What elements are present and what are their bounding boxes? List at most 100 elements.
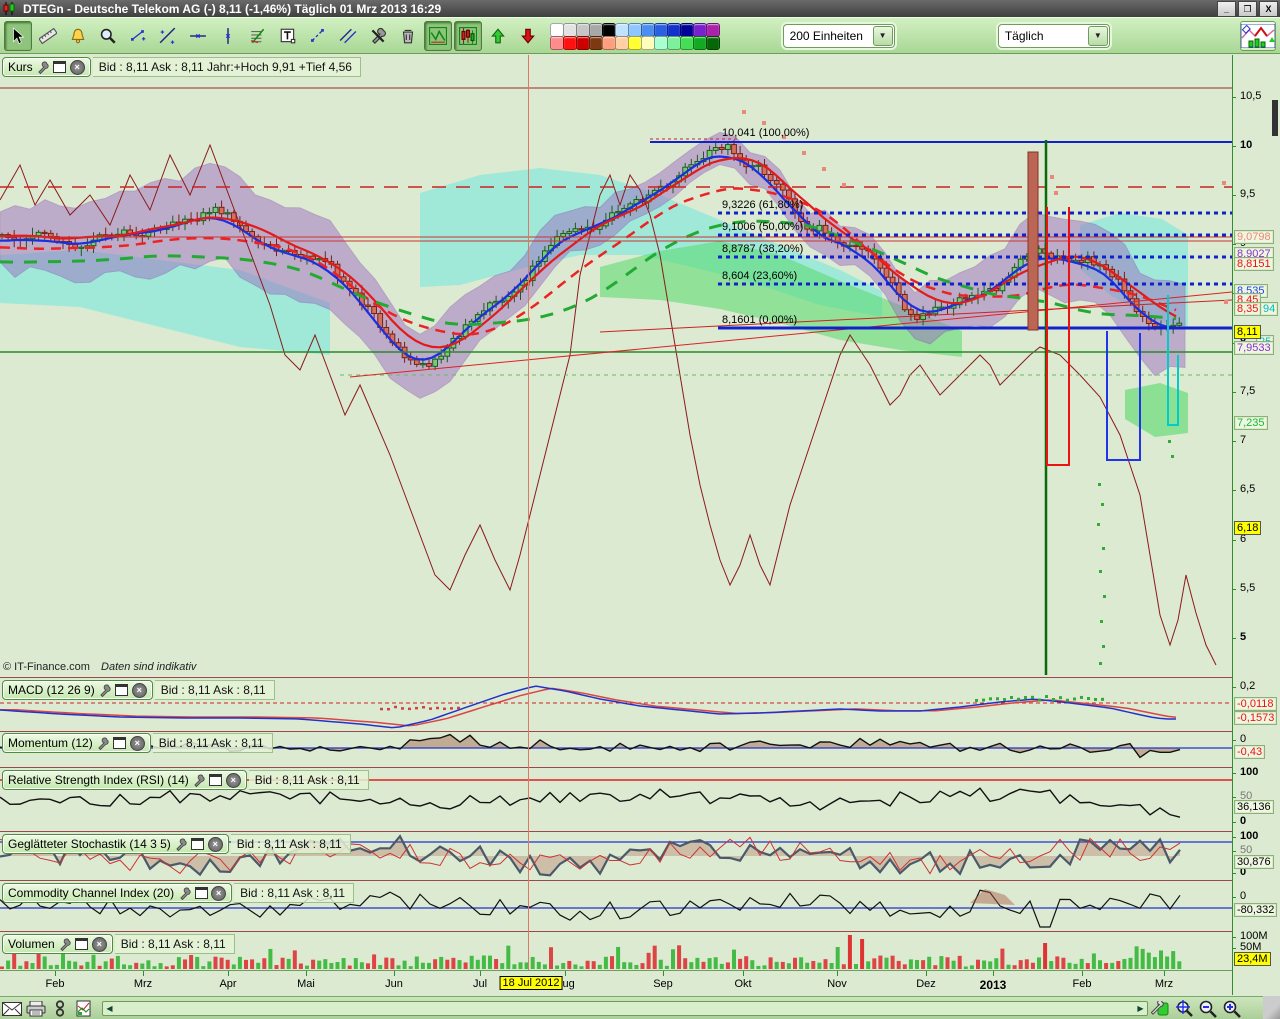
color-swatch-13[interactable] <box>550 36 564 50</box>
minimize-button[interactable]: _ <box>1217 1 1236 17</box>
color-swatch-22[interactable] <box>667 36 681 50</box>
fibonacci-tool-icon <box>249 27 267 45</box>
ruler-tool[interactable] <box>34 21 62 51</box>
rsi-settings-wrench-icon[interactable] <box>192 774 206 787</box>
xaxis-label-Okt: Okt <box>734 978 751 990</box>
volumen-window-icon[interactable] <box>75 938 89 951</box>
close-button[interactable]: X <box>1259 1 1278 17</box>
line-chart-mode[interactable] <box>424 21 452 51</box>
color-swatch-16[interactable] <box>589 36 603 50</box>
axis-tick-0: 0 <box>1240 815 1246 827</box>
segment-tool[interactable] <box>124 21 152 51</box>
color-swatch-7[interactable] <box>641 23 655 37</box>
stochastik-title: Geglätteter Stochastik (14 3 5) <box>8 837 171 851</box>
color-swatch-14[interactable] <box>563 36 577 50</box>
units-dropdown[interactable]: 200 Einheiten ▼ <box>783 24 895 48</box>
axis-tick-0,2: 0,2 <box>1240 680 1255 692</box>
color-swatch-17[interactable] <box>602 36 616 50</box>
momentum-settings-wrench-icon[interactable] <box>96 737 110 750</box>
text-tool[interactable] <box>274 21 302 51</box>
horizontal-scrollbar[interactable]: ◀ ▶ <box>102 1001 1148 1016</box>
candlestick-mode[interactable] <box>454 21 482 51</box>
kurs-close-icon[interactable]: × <box>70 60 85 75</box>
color-swatch-9[interactable] <box>667 23 681 37</box>
zoom-out-icon[interactable] <box>1196 999 1220 1019</box>
arrow-down-marker[interactable] <box>514 21 542 51</box>
chart-export-icon[interactable] <box>72 999 96 1019</box>
color-swatch-1[interactable] <box>563 23 577 37</box>
zoom-fit-icon[interactable] <box>1172 999 1196 1019</box>
color-swatch-4[interactable] <box>602 23 616 37</box>
parallel-lines-tool[interactable] <box>334 21 362 51</box>
window-resize-grip[interactable] <box>1263 996 1280 1019</box>
color-swatch-2[interactable] <box>576 23 590 37</box>
period-dropdown[interactable]: Täglich ▼ <box>998 24 1110 48</box>
color-swatch-8[interactable] <box>654 23 668 37</box>
volumen-close-icon[interactable]: × <box>92 937 107 952</box>
cci-settings-wrench-icon[interactable] <box>177 887 191 900</box>
color-swatch-24[interactable] <box>693 36 707 50</box>
color-swatch-15[interactable] <box>576 36 590 50</box>
xaxis-label-Sep: Sep <box>653 978 673 990</box>
color-swatch-18[interactable] <box>615 36 629 50</box>
magnifier-tool[interactable] <box>94 21 122 51</box>
cci-window-icon[interactable] <box>194 887 208 900</box>
color-swatch-21[interactable] <box>654 36 668 50</box>
color-swatch-0[interactable] <box>550 23 564 37</box>
scroll-right-arrow-icon[interactable]: ▶ <box>1134 1002 1147 1015</box>
arrow-up-marker[interactable] <box>484 21 512 51</box>
color-swatch-11[interactable] <box>693 23 707 37</box>
design-tools-icon[interactable] <box>1148 999 1172 1019</box>
fibonacci-tool[interactable] <box>244 21 272 51</box>
macd-window-icon[interactable] <box>115 684 129 697</box>
color-swatch-12[interactable] <box>706 23 720 37</box>
stochastik-settings-wrench-icon[interactable] <box>174 838 188 851</box>
momentum-close-icon[interactable]: × <box>130 736 145 751</box>
alarm-bell-tool[interactable] <box>64 21 92 51</box>
cursor-tool[interactable] <box>4 21 32 51</box>
stochastik-close-icon[interactable]: × <box>208 837 223 852</box>
trash-tool[interactable] <box>394 21 422 51</box>
color-swatch-10[interactable] <box>680 23 694 37</box>
trendline-tool[interactable] <box>154 21 182 51</box>
right-scrollbar-fragment[interactable] <box>1272 100 1278 136</box>
mail-icon[interactable] <box>0 999 24 1019</box>
attach-icon[interactable] <box>48 999 72 1019</box>
print-icon[interactable] <box>24 999 48 1019</box>
color-swatch-19[interactable] <box>628 36 642 50</box>
kurs-settings-wrench-icon[interactable] <box>36 61 50 74</box>
kurs-chart-canvas[interactable] <box>0 55 1232 677</box>
macd-close-icon[interactable]: × <box>132 683 147 698</box>
rsi-window-icon[interactable] <box>209 774 223 787</box>
horizontal-line-tool[interactable] <box>184 21 212 51</box>
xaxis-label-Dez: Dez <box>916 978 936 990</box>
chart-style-button[interactable] <box>1240 21 1276 51</box>
color-swatch-5[interactable] <box>615 23 629 37</box>
price-label--0,1573: -0,1573 <box>1234 711 1277 725</box>
magnifier-tool-icon <box>99 27 117 45</box>
restore-button[interactable]: ❐ <box>1238 1 1257 17</box>
macd-quote: Bid : 8,11 Ask : 8,11 <box>155 680 275 700</box>
cci-close-icon[interactable]: × <box>211 886 226 901</box>
zoom-in-icon[interactable] <box>1220 999 1244 1019</box>
color-swatch-6[interactable] <box>628 23 642 37</box>
volumen-settings-wrench-icon[interactable] <box>58 938 72 951</box>
scroll-left-arrow-icon[interactable]: ◀ <box>103 1002 116 1015</box>
momentum-window-icon[interactable] <box>113 737 127 750</box>
color-swatch-3[interactable] <box>589 23 603 37</box>
pointer-line-tool[interactable] <box>304 21 332 51</box>
xaxis-label-Mrz: Mrz <box>1155 978 1173 990</box>
color-swatch-25[interactable] <box>706 36 720 50</box>
macd-settings-wrench-icon[interactable] <box>98 684 112 697</box>
stochastik-window-icon[interactable] <box>191 838 205 851</box>
price-label-6,18: 6,18 <box>1234 521 1261 535</box>
color-swatch-23[interactable] <box>680 36 694 50</box>
units-dropdown-arrow-icon[interactable]: ▼ <box>873 26 893 46</box>
rsi-close-icon[interactable]: × <box>226 773 241 788</box>
vertical-line-tool[interactable] <box>214 21 242 51</box>
drawing-settings-tool[interactable] <box>364 21 392 51</box>
price-axis-line <box>1232 55 1233 995</box>
period-dropdown-arrow-icon[interactable]: ▼ <box>1088 26 1108 46</box>
color-swatch-20[interactable] <box>641 36 655 50</box>
kurs-window-icon[interactable] <box>53 61 67 74</box>
